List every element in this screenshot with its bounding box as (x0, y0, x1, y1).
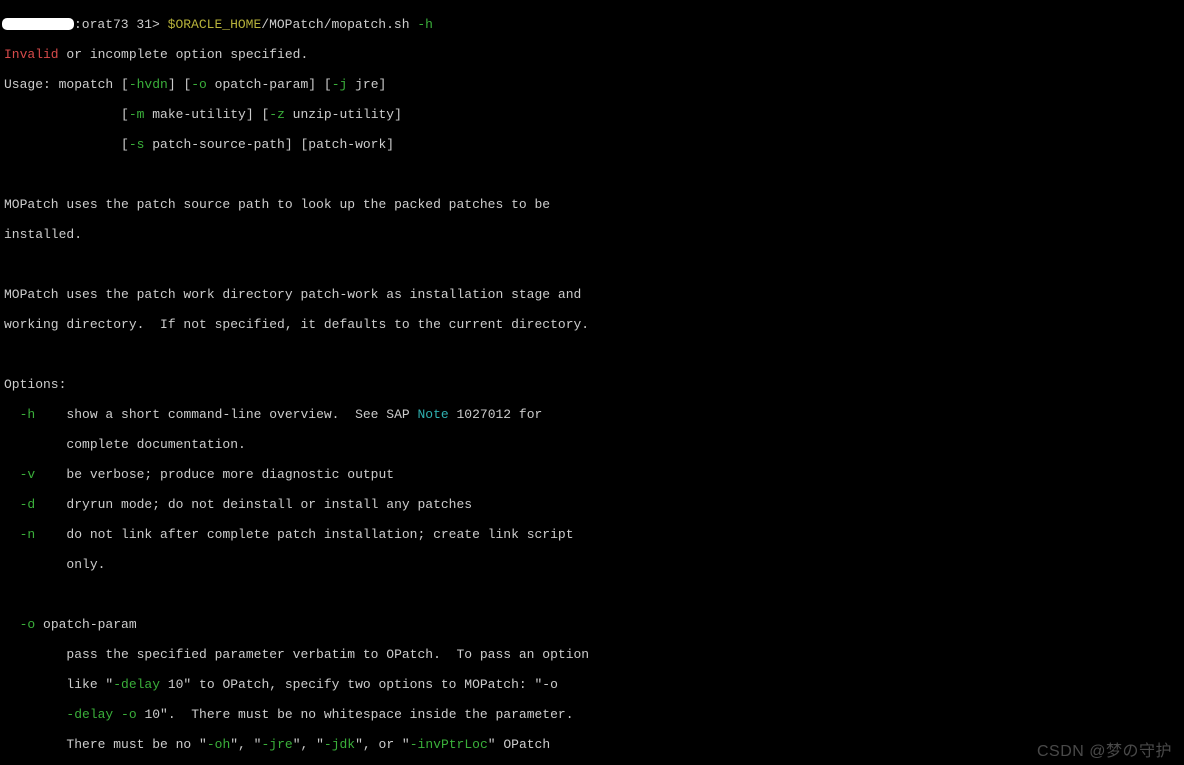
opt-o-2: like "-delay 10" to OPatch, specify two … (4, 677, 1180, 692)
watermark-text: CSDN @梦の守护 (1037, 744, 1172, 759)
opt-o-4: There must be no "-oh", "-jre", "-jdk", … (4, 737, 1180, 752)
blank-line (4, 167, 1180, 182)
flag-h: -h (417, 17, 433, 32)
para-source-2: installed. (4, 227, 1180, 242)
para-work-1: MOPatch uses the patch work directory pa… (4, 287, 1180, 302)
usage-line-1: Usage: mopatch [-hvdn] [-o opatch-param]… (4, 77, 1180, 92)
env-var: $ORACLE_HOME (168, 17, 262, 32)
opt-o-3: -delay -o 10". There must be no whitespa… (4, 707, 1180, 722)
error-line: Invalid or incomplete option specified. (4, 47, 1180, 62)
opt-n-line-2: only. (4, 557, 1180, 572)
opt-d-line: -d dryrun mode; do not deinstall or inst… (4, 497, 1180, 512)
error-word: Invalid (4, 47, 59, 62)
para-source-1: MOPatch uses the patch source path to lo… (4, 197, 1180, 212)
opt-h-line-2: complete documentation. (4, 437, 1180, 452)
terminal-output[interactable]: :orat73 31> $ORACLE_HOME/MOPatch/mopatch… (0, 0, 1184, 765)
usage-line-2: [-m make-utility] [-z unzip-utility] (4, 107, 1180, 122)
sap-note-link[interactable]: Note (417, 407, 448, 422)
options-header: Options: (4, 377, 1180, 392)
prompt-line-1: :orat73 31> $ORACLE_HOME/MOPatch/mopatch… (4, 17, 1180, 32)
para-work-2: working directory. If not specified, it … (4, 317, 1180, 332)
opt-v-line: -v be verbose; produce more diagnostic o… (4, 467, 1180, 482)
blank-line (4, 347, 1180, 362)
blank-line (4, 587, 1180, 602)
host-redaction (2, 18, 74, 30)
opt-o-1: pass the specified parameter verbatim to… (4, 647, 1180, 662)
opt-h-line-1: -h show a short command-line overview. S… (4, 407, 1180, 422)
usage-line-3: [-s patch-source-path] [patch-work] (4, 137, 1180, 152)
blank-line (4, 257, 1180, 272)
opt-n-line-1: -n do not link after complete patch inst… (4, 527, 1180, 542)
opt-o-head: -o opatch-param (4, 617, 1180, 632)
